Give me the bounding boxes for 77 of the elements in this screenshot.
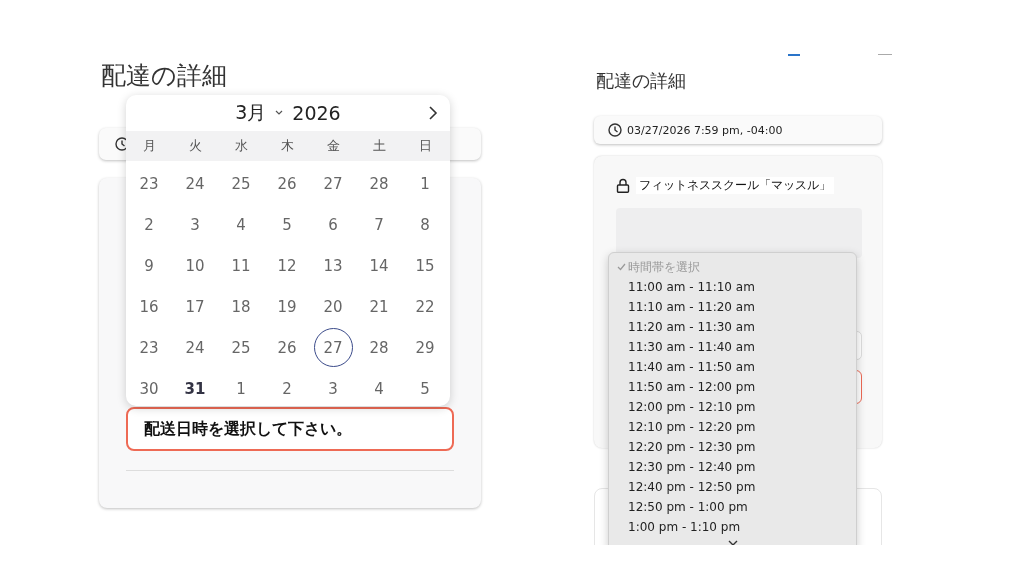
- calendar-day[interactable]: 24: [175, 164, 215, 203]
- clock-icon: [115, 137, 129, 151]
- calendar-day[interactable]: 21: [359, 287, 399, 326]
- calendar-day[interactable]: 5: [267, 205, 307, 244]
- calendar-day[interactable]: 7: [359, 205, 399, 244]
- location-name: フィットネススクール「マッスル」: [636, 177, 834, 194]
- section-title: 配達の詳細: [596, 69, 687, 93]
- time-slot-option[interactable]: 12:30 pm - 12:40 pm: [609, 457, 856, 477]
- calendar-day[interactable]: 1: [405, 164, 445, 203]
- calendar-day[interactable]: 11: [221, 246, 261, 285]
- time-slot-option[interactable]: 12:40 pm - 12:50 pm: [609, 477, 856, 497]
- weekday-label: 土: [371, 137, 387, 155]
- lock-icon: [616, 178, 630, 193]
- time-slot-option[interactable]: 12:20 pm - 12:30 pm: [609, 437, 856, 457]
- error-field[interactable]: 配送日時を選択して下さい。: [126, 407, 454, 451]
- time-slot-option[interactable]: 12:00 pm - 12:10 pm: [609, 397, 856, 417]
- calendar-day[interactable]: 28: [359, 164, 399, 203]
- calendar-day[interactable]: 24: [175, 328, 215, 367]
- calendar-day[interactable]: 23: [129, 164, 169, 203]
- time-slot-option[interactable]: 11:10 am - 11:20 am: [609, 297, 856, 317]
- weekday-label: 月: [141, 137, 157, 155]
- calendar-day[interactable]: 29: [405, 328, 445, 367]
- time-slot-option[interactable]: 11:40 am - 11:50 am: [609, 357, 856, 377]
- calendar-day[interactable]: 5: [405, 369, 445, 408]
- time-slot-option[interactable]: 12:50 pm - 1:00 pm: [609, 497, 856, 517]
- calendar-day[interactable]: 20: [313, 287, 353, 326]
- datetime-field[interactable]: 03/27/2026 7:59 pm, -04:00: [594, 116, 882, 144]
- calendar-day[interactable]: 15: [405, 246, 445, 285]
- calendar-day[interactable]: 6: [313, 205, 353, 244]
- next-month-icon[interactable]: [428, 105, 438, 121]
- calendar-day[interactable]: 14: [359, 246, 399, 285]
- calendar-day[interactable]: 3: [175, 205, 215, 244]
- time-slot-option[interactable]: 11:30 am - 11:40 am: [609, 337, 856, 357]
- calendar-day[interactable]: 9: [129, 246, 169, 285]
- calendar-day[interactable]: 31: [175, 369, 215, 408]
- calendar-day[interactable]: 18: [221, 287, 261, 326]
- calendar-day[interactable]: 17: [175, 287, 215, 326]
- calendar-day[interactable]: 25: [221, 328, 261, 367]
- scroll-down-icon[interactable]: [727, 539, 739, 545]
- calendar-day[interactable]: 8: [405, 205, 445, 244]
- calendar-day[interactable]: 27: [313, 164, 353, 203]
- calendar-day[interactable]: 25: [221, 164, 261, 203]
- divider-mark: [878, 54, 892, 55]
- clock-icon: [608, 123, 622, 137]
- time-slot-option[interactable]: 1:00 pm - 1:10 pm: [609, 517, 856, 537]
- time-slot-option[interactable]: 11:20 am - 11:30 am: [609, 317, 856, 337]
- weekday-label: 水: [233, 137, 249, 155]
- calendar-day[interactable]: 22: [405, 287, 445, 326]
- section-title: 配達の詳細: [100, 60, 228, 92]
- tab-indicator: [788, 54, 800, 56]
- caret-icon[interactable]: [274, 109, 285, 117]
- calendar-day[interactable]: 12: [267, 246, 307, 285]
- time-slot-option[interactable]: 12:10 pm - 12:20 pm: [609, 417, 856, 437]
- check-icon: [617, 262, 626, 271]
- calendar-day[interactable]: 10: [175, 246, 215, 285]
- calendar-day[interactable]: 3: [313, 369, 353, 408]
- year-label[interactable]: 2026: [292, 102, 341, 124]
- weekday-label: 日: [417, 137, 433, 155]
- calendar-day[interactable]: 23: [129, 328, 169, 367]
- weekday-label: 火: [187, 137, 203, 155]
- calendar-day[interactable]: 2: [267, 369, 307, 408]
- calendar-day[interactable]: 19: [267, 287, 307, 326]
- time-slot-option[interactable]: 11:50 am - 12:00 pm: [609, 377, 856, 397]
- calendar-day[interactable]: 13: [313, 246, 353, 285]
- calendar-day[interactable]: 2: [129, 205, 169, 244]
- month-label[interactable]: 3月: [235, 100, 267, 126]
- calendar-day[interactable]: 4: [221, 205, 261, 244]
- calendar-day[interactable]: 16: [129, 287, 169, 326]
- calendar-day[interactable]: 28: [359, 328, 399, 367]
- weekday-label: 金: [325, 137, 341, 155]
- time-slot-option[interactable]: 11:00 am - 11:10 am: [609, 277, 856, 297]
- calendar-day[interactable]: 26: [267, 164, 307, 203]
- calendar-day[interactable]: 30: [129, 369, 169, 408]
- calendar-day[interactable]: 26: [267, 328, 307, 367]
- calendar-day[interactable]: 1: [221, 369, 261, 408]
- weekday-label: 木: [279, 137, 295, 155]
- calendar-day[interactable]: 4: [359, 369, 399, 408]
